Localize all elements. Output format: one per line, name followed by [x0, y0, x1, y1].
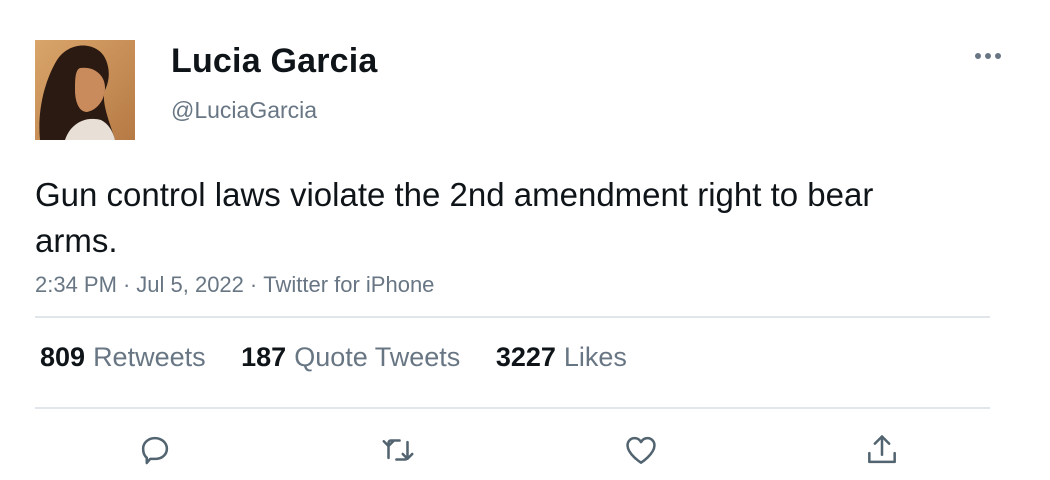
retweets-label: Retweets [93, 342, 206, 372]
like-button[interactable] [619, 428, 663, 472]
reply-button[interactable] [133, 428, 177, 472]
retweets-count: 809 [40, 342, 86, 372]
author-handle[interactable]: @LuciaGarcia [171, 97, 317, 124]
divider [35, 407, 990, 409]
retweet-button[interactable] [376, 428, 420, 472]
likes-stat[interactable]: 3227 Likes [496, 342, 627, 373]
divider [35, 316, 990, 318]
quote-tweets-label: Quote Tweets [294, 342, 461, 372]
retweets-stat[interactable]: 809 Retweets [40, 342, 206, 373]
meta-separator: · [249, 272, 258, 297]
tweet-source[interactable]: Twitter for iPhone [263, 272, 434, 297]
tweet-metadata: 2:34 PM · Jul 5, 2022 · Twitter for iPhone [35, 272, 434, 298]
share-button[interactable] [860, 428, 904, 472]
tweet-stats: 809 Retweets 187 Quote Tweets 3227 Likes [40, 342, 655, 373]
author-name[interactable]: Lucia Garcia [171, 42, 378, 81]
quote-tweets-count: 187 [241, 342, 287, 372]
retweet-icon [382, 439, 414, 461]
share-icon [868, 435, 896, 464]
tweet-date[interactable]: Jul 5, 2022 [136, 272, 244, 297]
tweet-text: Gun control laws violate the 2nd amendme… [35, 176, 874, 259]
reply-icon [141, 436, 169, 465]
meta-separator: · [122, 272, 131, 297]
avatar[interactable] [35, 40, 135, 140]
tweet-time[interactable]: 2:34 PM [35, 272, 117, 297]
likes-label: Likes [563, 342, 627, 372]
likes-count: 3227 [495, 342, 556, 372]
like-icon [626, 436, 656, 464]
more-options-icon[interactable] [972, 46, 1004, 66]
quote-tweets-stat[interactable]: 187 Quote Tweets [241, 342, 460, 373]
